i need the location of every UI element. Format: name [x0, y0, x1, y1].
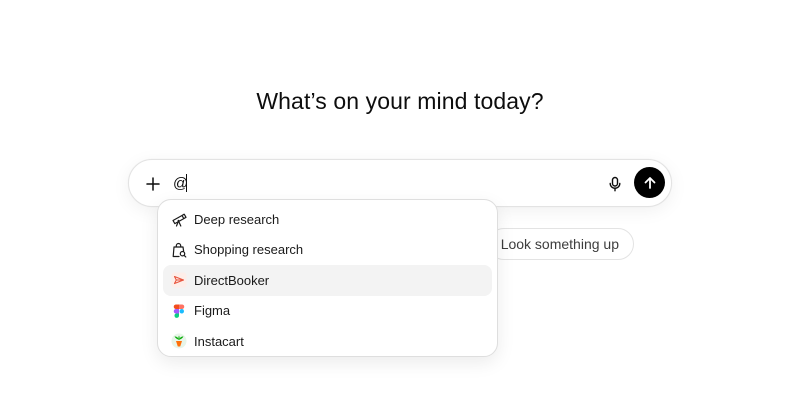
menu-item-label: Deep research: [194, 211, 280, 227]
menu-item-label: Shopping research: [194, 242, 304, 258]
suggestion-chip-label: Look something up: [500, 236, 619, 252]
menu-item-label: Figma: [194, 303, 231, 319]
dictate-button[interactable]: [603, 172, 627, 196]
arrow-up-icon: [644, 176, 655, 189]
suggestion-chip-look-something-up[interactable]: Look something up: [488, 228, 634, 260]
menu-item-figma[interactable]: Figma: [163, 296, 492, 327]
page-title: What’s on your mind today?: [256, 88, 544, 114]
menu-item-directbooker[interactable]: DirectBooker: [163, 265, 492, 296]
menu-item-label: DirectBooker: [194, 272, 270, 288]
microphone-icon: [609, 176, 621, 192]
menu-item-shopping-research[interactable]: Shopping research: [163, 235, 492, 266]
shopping-bag-search-icon: [171, 242, 187, 258]
instacart-icon: [171, 333, 187, 349]
text-caret: [186, 174, 187, 192]
send-button[interactable]: [634, 167, 665, 198]
telescope-icon: [171, 211, 187, 227]
plus-icon: [146, 177, 160, 191]
menu-item-deep-research[interactable]: Deep research: [163, 204, 492, 235]
figma-icon: [171, 303, 187, 319]
menu-item-instacart[interactable]: Instacart: [163, 326, 492, 357]
mention-menu: Deep research Shopping research DirectBo…: [157, 199, 498, 357]
directbooker-icon: [171, 272, 187, 288]
menu-item-label: Instacart: [194, 333, 244, 349]
page: What’s on your mind today? Look somethin…: [0, 0, 800, 400]
add-attachment-button[interactable]: [141, 172, 165, 196]
prompt-input[interactable]: [173, 172, 553, 196]
